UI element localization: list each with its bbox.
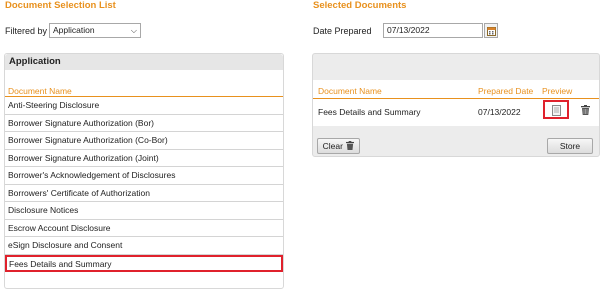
document-list-item[interactable]: Disclosure Notices	[5, 202, 283, 220]
document-list-item[interactable]: Fees Details and Summary	[5, 254, 283, 272]
document-list-item[interactable]: eSign Disclosure and Consent	[5, 237, 283, 255]
selected-documents-header: Document Name Prepared Date Preview	[313, 80, 599, 99]
date-prepared-label: Date Prepared	[313, 26, 372, 36]
store-button[interactable]: Store	[547, 138, 593, 154]
selected-document-row: Fees Details and Summary 07/13/2022	[313, 99, 599, 126]
document-list-item[interactable]: Borrower Signature Authorization (Bor)	[5, 115, 283, 132]
delete-row-button[interactable]	[581, 105, 590, 117]
filter-label: Filtered by	[5, 26, 48, 36]
document-list-item[interactable]: Borrower's Acknowledgement of Disclosure…	[5, 167, 283, 185]
document-list: Anti-Steering Disclosure Borrower Signatu…	[5, 97, 283, 272]
document-selection-panel: Application Document Name Anti-Steering …	[4, 53, 284, 289]
document-name-column-header: Document Name	[5, 78, 283, 97]
panel-header: Application	[5, 54, 283, 70]
trash-icon	[581, 105, 590, 115]
document-list-item[interactable]: Borrowers' Certificate of Authorization	[5, 185, 283, 202]
document-selection-title: Document Selection List	[5, 0, 116, 11]
filter-select-value: Application	[53, 25, 95, 35]
chevron-down-icon: ⌵	[130, 26, 137, 35]
trash-icon	[346, 141, 355, 150]
col-prepared-date: Prepared Date	[478, 86, 534, 96]
selected-document-name: Fees Details and Summary	[318, 107, 421, 117]
selected-documents-panel: Document Name Prepared Date Preview Fees…	[312, 53, 600, 157]
preview-button[interactable]	[543, 100, 569, 119]
col-preview: Preview	[542, 86, 573, 96]
selected-document-date: 07/13/2022	[478, 107, 521, 117]
col-document-name: Document Name	[318, 86, 382, 96]
document-list-item[interactable]: Escrow Account Disclosure	[5, 220, 283, 237]
document-preview-icon	[552, 105, 561, 116]
date-prepared-input[interactable]: 07/13/2022	[383, 23, 483, 38]
clear-button-label: Clear	[322, 141, 343, 151]
document-list-item[interactable]: Anti-Steering Disclosure	[5, 97, 283, 115]
calendar-button[interactable]	[484, 23, 498, 38]
clear-button[interactable]: Clear	[317, 138, 360, 154]
selected-documents-title: Selected Documents	[313, 0, 407, 11]
filter-select[interactable]: Application ⌵	[49, 23, 141, 38]
document-list-item[interactable]: Borrower Signature Authorization (Joint)	[5, 150, 283, 167]
calendar-icon	[487, 27, 496, 36]
document-list-item[interactable]: Borrower Signature Authorization (Co-Bor…	[5, 132, 283, 150]
